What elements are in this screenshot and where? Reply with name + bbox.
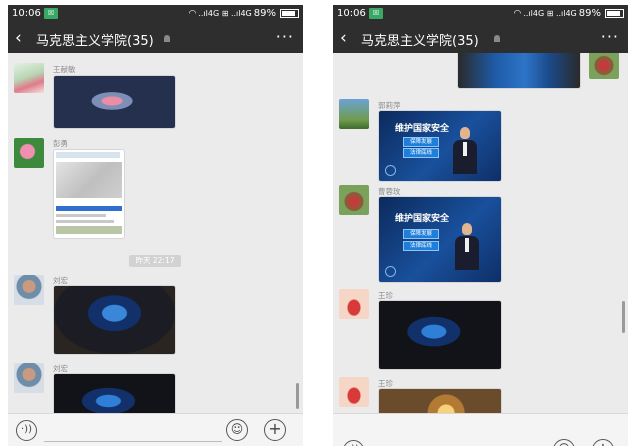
screenshot-thumbnail	[56, 226, 122, 234]
image-message[interactable]	[457, 53, 581, 89]
avatar[interactable]	[14, 275, 44, 305]
chat-header: ‹ 马克思主义学院(35) ···	[333, 24, 628, 53]
avatar[interactable]	[14, 363, 44, 393]
group-title: 马克思主义学院(35)	[361, 34, 479, 49]
screenshot-text-line	[56, 220, 114, 223]
avatar[interactable]	[339, 289, 369, 319]
phone-screen-left: 10:06 ☒ ◠ ..ıl4G ⊞ ..ıl4G 89% ‹ 马克思主义学院(…	[8, 5, 303, 446]
channel-logo-icon	[385, 266, 396, 277]
phone-screen-right: 10:06 ☒ ◠ ..ıl4G ⊞ ..ıl4G 89% ‹ 马克思主义学院(…	[333, 5, 628, 446]
signal-icon: ..ıl4G ⊞ ..ıl4G	[523, 9, 577, 18]
voice-icon[interactable]: ·))	[16, 420, 37, 441]
sender-name: 王献敏	[53, 65, 76, 74]
screenshot-title-bar	[56, 152, 120, 158]
battery-percent: 89%	[253, 8, 276, 19]
status-time: 10:06	[337, 8, 366, 19]
status-bar: 10:06 ☒ ◠ ..ıl4G ⊞ ..ıl4G 89%	[333, 5, 628, 24]
plus-icon[interactable]: +	[264, 419, 286, 441]
message-input[interactable]	[44, 441, 222, 442]
chat-header: ‹ 马克思主义学院(35) ···	[8, 24, 303, 53]
input-bar: ·)) ☺ +	[8, 413, 303, 446]
time-divider: 昨天 22:17	[129, 255, 181, 267]
wifi-icon: ◠	[188, 8, 197, 19]
sender-name: 彭勇	[53, 139, 68, 148]
avatar[interactable]	[339, 185, 369, 215]
image-message[interactable]	[378, 388, 502, 413]
news-anchor	[455, 223, 479, 270]
back-icon[interactable]: ‹	[340, 28, 347, 48]
more-icon[interactable]: ···	[276, 27, 294, 46]
battery-icon	[280, 9, 299, 18]
input-bar: ·)) ☺ +	[333, 413, 628, 446]
plus-icon[interactable]: +	[592, 439, 614, 446]
battery-icon	[605, 9, 624, 18]
screenshot-link-bar	[56, 206, 122, 211]
news-subtitle: 保障发展	[403, 229, 439, 239]
avatar[interactable]	[339, 99, 369, 129]
chat-area[interactable]: 郭莉萍 维护国家安全 保障发展 法律底线 曹蓉玫 维护国家安全 保障发展 法律底…	[333, 53, 628, 413]
avatar[interactable]	[339, 377, 369, 407]
news-banner-text: 维护国家安全	[395, 124, 450, 134]
more-icon[interactable]: ···	[601, 27, 619, 46]
news-banner-text: 维护国家安全	[395, 214, 450, 224]
status-right: ◠ ..ıl4G ⊞ ..ıl4G 89%	[188, 8, 299, 19]
scrollbar[interactable]	[296, 383, 299, 409]
news-subtitle: 法律底线	[403, 148, 439, 158]
avatar[interactable]	[14, 63, 44, 93]
screenshot-message[interactable]	[53, 149, 125, 239]
emoji-icon[interactable]: ☺	[226, 419, 248, 441]
group-title: 马克思主义学院(35)	[36, 34, 154, 49]
news-image-message[interactable]: 维护国家安全 保障发展 法律底线	[378, 196, 502, 283]
status-bar: 10:06 ☒ ◠ ..ıl4G ⊞ ..ıl4G 89%	[8, 5, 303, 24]
image-message[interactable]	[378, 300, 502, 370]
chat-area[interactable]: 王献敏 彭勇 昨天 22:17 刘宏 刘宏	[8, 53, 303, 413]
emoji-icon[interactable]: ☺	[553, 439, 575, 446]
news-subtitle: 法律底线	[403, 241, 439, 251]
screenshot-text-line	[56, 214, 106, 217]
news-image-message[interactable]: 维护国家安全 保障发展 法律底线	[378, 110, 502, 182]
avatar[interactable]	[14, 138, 44, 168]
scrollbar[interactable]	[622, 301, 625, 333]
news-subtitle: 保障发展	[403, 137, 439, 147]
battery-percent: 89%	[578, 8, 601, 19]
wifi-icon: ◠	[513, 8, 522, 19]
image-message[interactable]	[53, 373, 176, 413]
image-message[interactable]	[53, 75, 176, 129]
mute-bell-icon	[164, 35, 170, 42]
image-message[interactable]	[53, 285, 176, 355]
signal-icon: ..ıl4G ⊞ ..ıl4G	[198, 9, 252, 18]
news-anchor	[453, 127, 477, 174]
notification-badge-icon: ☒	[369, 8, 383, 19]
channel-logo-icon	[385, 165, 396, 176]
avatar[interactable]	[589, 53, 619, 79]
mute-bell-icon	[494, 35, 500, 42]
back-icon[interactable]: ‹	[15, 28, 22, 48]
status-time: 10:06	[12, 8, 41, 19]
screenshot-photo	[56, 162, 122, 198]
notification-badge-icon: ☒	[44, 8, 58, 19]
status-right: ◠ ..ıl4G ⊞ ..ıl4G 89%	[513, 8, 624, 19]
voice-icon[interactable]: ·))	[343, 440, 364, 446]
